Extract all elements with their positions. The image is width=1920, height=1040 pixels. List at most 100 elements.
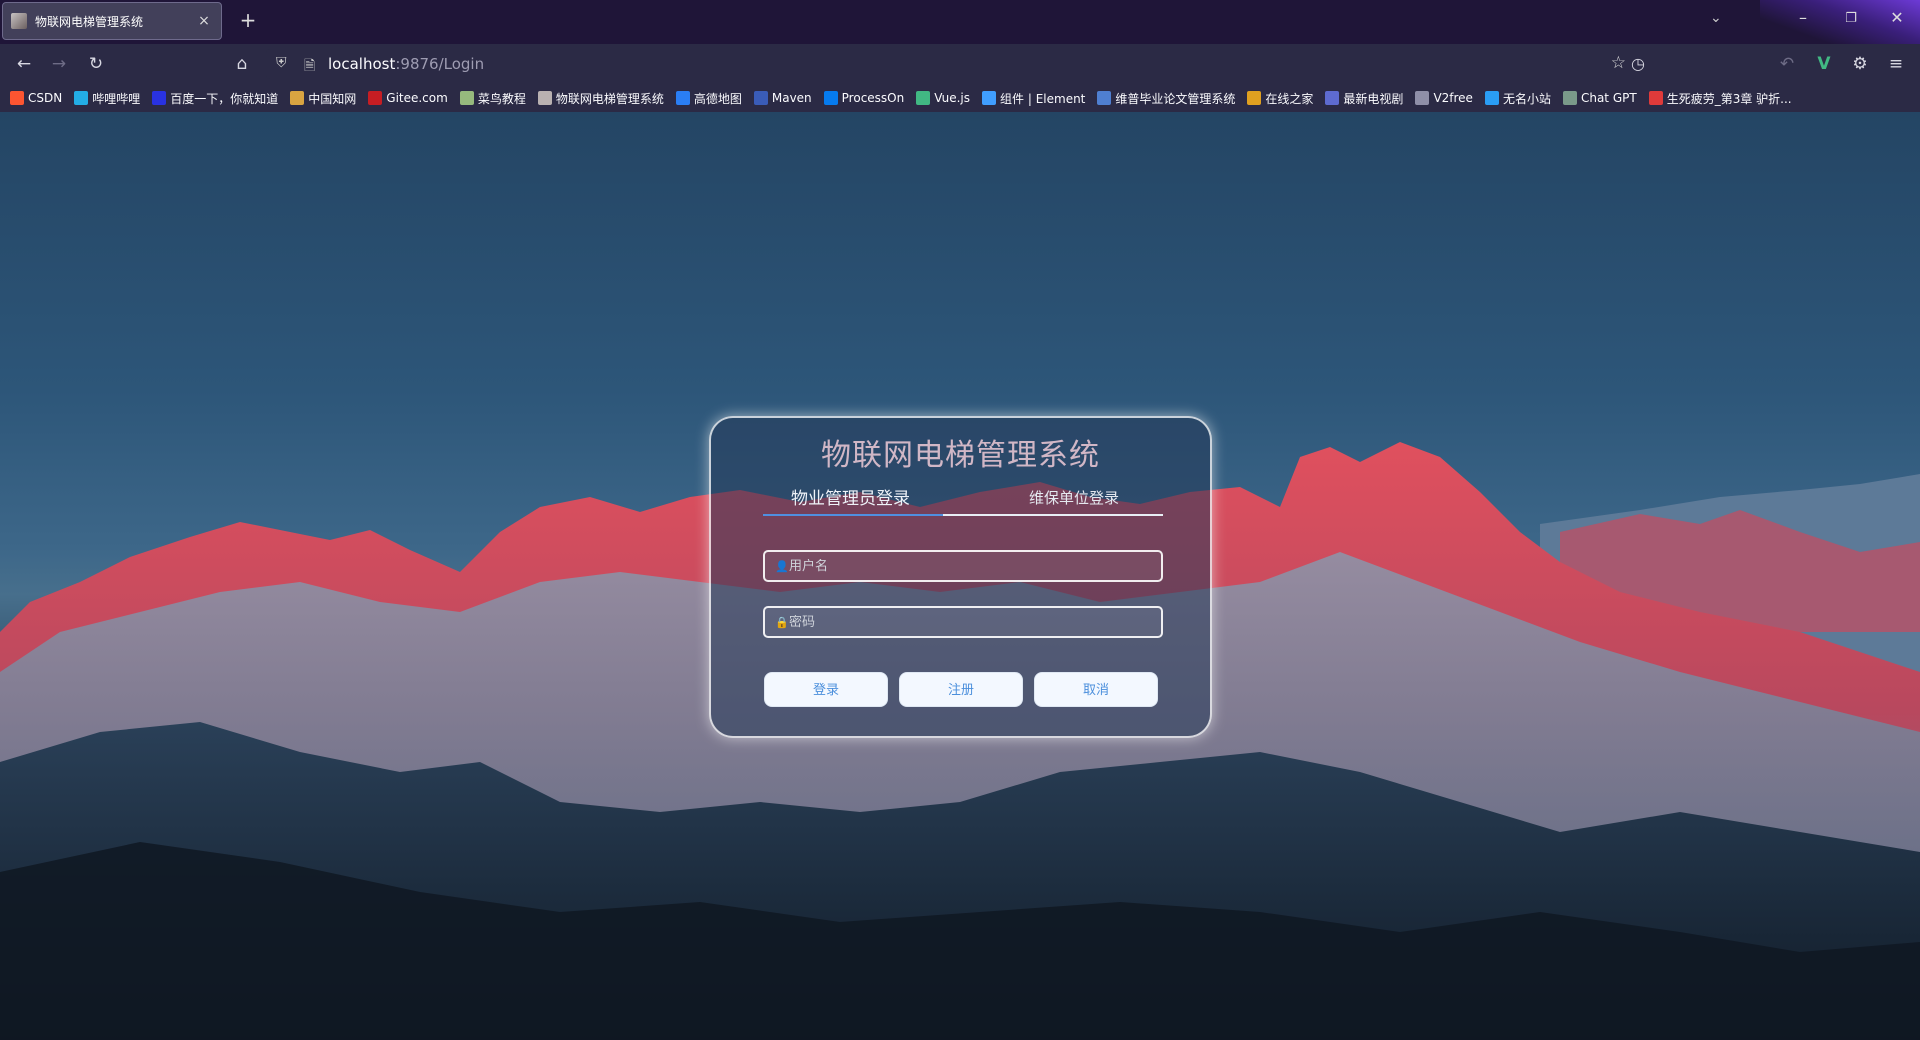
browser-nav-bar: ← → ↻ ⌂ ⛨ 🗎 localhost:9876/Login ☆ ◷ ↶ V…: [0, 44, 1920, 84]
bookmark-label: Chat GPT: [1580, 91, 1637, 105]
bookmark-item[interactable]: Gitee.com: [368, 91, 448, 105]
user-icon: 👤: [775, 559, 789, 573]
bookmark-label: 百度一下，你就知道: [170, 91, 279, 106]
bookmark-favicon-icon: [823, 91, 838, 105]
bookmark-favicon-icon: [152, 91, 167, 105]
url-host: localhost: [328, 55, 396, 73]
url-path: :9876/Login: [395, 55, 485, 73]
lock-icon: 🔒: [775, 615, 789, 629]
bookmark-favicon-icon: [1097, 91, 1112, 105]
bookmark-item[interactable]: 最新电视剧: [1325, 90, 1403, 107]
bookmark-item[interactable]: 物联网电梯管理系统: [537, 90, 664, 107]
bookmark-item[interactable]: 高德地图: [675, 90, 742, 107]
browser-tab-bar: 物联网电梯管理系统 × + ⌄ – ❐ ✕: [0, 0, 1920, 44]
bookmark-item[interactable]: 在线之家: [1247, 90, 1313, 107]
bookmark-favicon-icon: [916, 91, 931, 105]
password-input[interactable]: [789, 614, 1161, 630]
bookmark-label: 物联网电梯管理系统: [555, 91, 664, 106]
bookmark-item[interactable]: Chat GPT: [1562, 91, 1637, 105]
bookmark-label: 组件 | Element: [1000, 91, 1086, 106]
bookmark-label: Vue.js: [934, 91, 971, 105]
bookmark-favicon-icon: [1484, 91, 1499, 105]
bookmark-label: 菜鸟教程: [477, 91, 526, 106]
bookmark-item[interactable]: 中国知网: [290, 90, 356, 107]
bookmark-label: 中国知网: [308, 91, 357, 106]
bookmark-favicon-icon: [368, 91, 383, 105]
browser-tab-active[interactable]: 物联网电梯管理系统 ×: [2, 2, 222, 40]
home-icon[interactable]: ⌂: [230, 52, 254, 76]
bookmark-label: CSDN: [28, 91, 63, 105]
bookmark-favicon-icon: [1325, 91, 1340, 105]
bookmark-label: 最新电视剧: [1343, 91, 1404, 106]
cancel-button[interactable]: 取消: [1034, 672, 1158, 707]
username-input[interactable]: [789, 558, 1161, 574]
bookmark-favicon-icon: [982, 91, 997, 105]
bookmark-item[interactable]: 组件 | Element: [982, 90, 1085, 107]
username-field[interactable]: 👤: [763, 550, 1163, 582]
list-all-tabs-icon[interactable]: ⌄: [1710, 10, 1722, 26]
login-type-tabs: 物业管理员登录 维保单位登录: [763, 484, 1163, 516]
bookmark-label: 哔哩哔哩: [92, 91, 141, 106]
bookmark-item[interactable]: CSDN: [10, 91, 62, 105]
bookmark-label: Maven: [771, 91, 812, 105]
bookmark-label: 高德地图: [693, 91, 742, 106]
vue-devtools-icon[interactable]: V: [1812, 52, 1836, 76]
bookmark-favicon-icon: [675, 91, 690, 105]
page-viewport: 物联网电梯管理系统 物业管理员登录 维保单位登录 👤 🔒 登录 注册 取消: [0, 112, 1920, 1040]
bookmark-label: Gitee.com: [386, 91, 448, 105]
reload-icon[interactable]: ↻: [84, 52, 108, 76]
bookmark-label: 在线之家: [1265, 91, 1314, 106]
bookmark-favicon-icon: [459, 91, 474, 105]
restore-icon[interactable]: ❐: [1828, 11, 1874, 26]
bookmark-label: V2free: [1433, 91, 1473, 105]
extensions-icon[interactable]: ⚙: [1848, 52, 1872, 76]
bookmark-favicon-icon: [1562, 91, 1577, 105]
page-info-icon[interactable]: 🗎: [304, 55, 315, 79]
bookmark-favicon-icon: [290, 91, 305, 105]
shield-icon[interactable]: ⛨: [276, 55, 287, 71]
back-icon[interactable]: ←: [12, 52, 36, 76]
address-bar[interactable]: ⛨ 🗎 localhost:9876/Login ☆: [266, 49, 1636, 79]
bookmark-item[interactable]: Maven: [753, 91, 812, 105]
bookmark-label: ProcessOn: [841, 91, 905, 105]
url-text[interactable]: localhost:9876/Login: [328, 55, 484, 73]
login-card: 物联网电梯管理系统 物业管理员登录 维保单位登录 👤 🔒 登录 注册 取消: [709, 416, 1212, 738]
history-icon[interactable]: ◷: [1626, 52, 1650, 76]
undo-icon[interactable]: ↶: [1775, 52, 1799, 76]
bookmark-item[interactable]: 百度一下，你就知道: [152, 90, 278, 107]
tab-title: 物联网电梯管理系统: [35, 14, 144, 29]
tab-admin-login[interactable]: 物业管理员登录: [791, 484, 910, 509]
bookmark-favicon-icon: [1247, 91, 1262, 105]
bookmark-item[interactable]: V2free: [1415, 91, 1473, 105]
password-field[interactable]: 🔒: [763, 606, 1163, 638]
bookmark-favicon-icon: [10, 91, 24, 105]
bookmark-item[interactable]: 生死疲劳_第3章 驴折...: [1648, 90, 1792, 107]
login-title: 物联网电梯管理系统: [821, 438, 1100, 473]
menu-icon[interactable]: ≡: [1884, 52, 1908, 76]
bookmark-favicon-icon: [753, 91, 768, 105]
bookmark-item[interactable]: 菜鸟教程: [459, 90, 526, 107]
bookmarks-toolbar: CSDN 哔哩哔哩 百度一下，你就知道 中国知网 Gitee.com 菜鸟教程 物联网电梯管…: [0, 84, 1920, 112]
bookmark-star-icon[interactable]: ☆: [1611, 53, 1626, 73]
bookmark-item[interactable]: ProcessOn: [823, 91, 905, 105]
bookmark-favicon-icon: [1415, 91, 1430, 105]
minimize-icon[interactable]: –: [1780, 8, 1826, 27]
bookmark-label: 生死疲劳_第3章 驴折...: [1666, 91, 1792, 106]
bookmark-favicon-icon: [74, 91, 89, 105]
new-tab-button[interactable]: +: [234, 8, 262, 32]
tab-maintenance-login[interactable]: 维保单位登录: [1029, 487, 1119, 508]
bookmark-label: 无名小站: [1502, 91, 1551, 106]
login-button[interactable]: 登录: [764, 672, 888, 707]
close-window-icon[interactable]: ✕: [1874, 8, 1920, 27]
bookmark-item[interactable]: 无名小站: [1484, 90, 1551, 107]
forward-icon[interactable]: →: [47, 52, 71, 76]
bookmark-item[interactable]: 维普毕业论文管理系统: [1097, 90, 1235, 107]
tab-close-icon[interactable]: ×: [195, 13, 213, 29]
bookmark-favicon-icon: [537, 91, 552, 105]
bookmark-item[interactable]: Vue.js: [916, 91, 970, 105]
bookmark-favicon-icon: [1648, 91, 1663, 105]
bookmark-item[interactable]: 哔哩哔哩: [74, 90, 140, 107]
register-button[interactable]: 注册: [899, 672, 1023, 707]
tab-favicon-icon: [11, 13, 27, 29]
active-tab-indicator: [763, 514, 943, 516]
